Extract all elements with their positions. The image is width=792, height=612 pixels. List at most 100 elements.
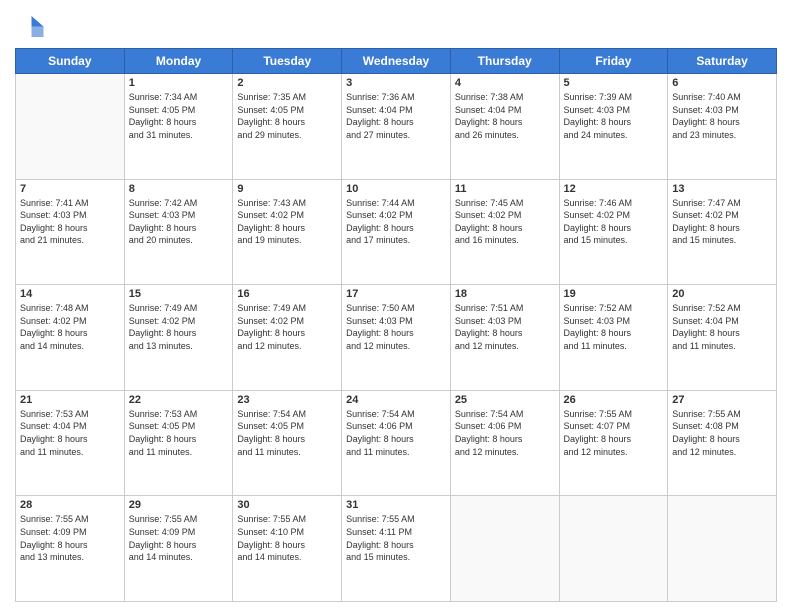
day-number: 24 bbox=[346, 394, 446, 406]
cell-info: Sunrise: 7:54 AMSunset: 4:06 PMDaylight:… bbox=[455, 408, 555, 458]
day-number: 20 bbox=[672, 288, 772, 300]
week-row-1: 7 Sunrise: 7:41 AMSunset: 4:03 PMDaylight… bbox=[16, 179, 777, 285]
week-row-0: 1 Sunrise: 7:34 AMSunset: 4:05 PMDaylight… bbox=[16, 74, 777, 180]
calendar-table: SundayMondayTuesdayWednesdayThursdayFrid… bbox=[15, 48, 777, 602]
cell-info: Sunrise: 7:55 AMSunset: 4:11 PMDaylight:… bbox=[346, 513, 446, 563]
day-header-monday: Monday bbox=[124, 49, 233, 74]
page: SundayMondayTuesdayWednesdayThursdayFrid… bbox=[0, 0, 792, 612]
week-row-4: 28 Sunrise: 7:55 AMSunset: 4:09 PMDayligh… bbox=[16, 496, 777, 602]
cell-info: Sunrise: 7:52 AMSunset: 4:04 PMDaylight:… bbox=[672, 302, 772, 352]
calendar-cell: 18 Sunrise: 7:51 AMSunset: 4:03 PMDayligh… bbox=[450, 285, 559, 391]
calendar-cell: 8Sunrise: 7:42 AMSunset: 4:03 PMDaylight… bbox=[124, 179, 233, 285]
cell-info: Sunrise: 7:35 AMSunset: 4:05 PMDaylight:… bbox=[237, 91, 337, 141]
calendar-cell: 13 Sunrise: 7:47 AMSunset: 4:02 PMDayligh… bbox=[668, 179, 777, 285]
calendar-cell: 15 Sunrise: 7:49 AMSunset: 4:02 PMDayligh… bbox=[124, 285, 233, 391]
day-number: 30 bbox=[237, 499, 337, 511]
logo bbox=[15, 10, 49, 40]
calendar-cell: 25 Sunrise: 7:54 AMSunset: 4:06 PMDayligh… bbox=[450, 390, 559, 496]
calendar-cell: 6 Sunrise: 7:40 AMSunset: 4:03 PMDaylight… bbox=[668, 74, 777, 180]
cell-info: Sunrise: 7:52 AMSunset: 4:03 PMDaylight:… bbox=[564, 302, 664, 352]
day-number: 7 bbox=[20, 183, 120, 195]
cell-info: Sunrise: 7:47 AMSunset: 4:02 PMDaylight:… bbox=[672, 197, 772, 247]
cell-info: Sunrise: 7:55 AMSunset: 4:09 PMDaylight:… bbox=[20, 513, 120, 563]
day-number: 4 bbox=[455, 77, 555, 89]
calendar-cell: 2 Sunrise: 7:35 AMSunset: 4:05 PMDaylight… bbox=[233, 74, 342, 180]
calendar-header-row: SundayMondayTuesdayWednesdayThursdayFrid… bbox=[16, 49, 777, 74]
cell-info: Sunrise: 7:54 AMSunset: 4:05 PMDaylight:… bbox=[237, 408, 337, 458]
cell-info: Sunrise: 7:51 AMSunset: 4:03 PMDaylight:… bbox=[455, 302, 555, 352]
day-number: 1 bbox=[129, 77, 229, 89]
cell-info: Sunrise: 7:43 AMSunset: 4:02 PMDaylight:… bbox=[237, 197, 337, 247]
day-number: 25 bbox=[455, 394, 555, 406]
day-number: 19 bbox=[564, 288, 664, 300]
calendar-cell bbox=[450, 496, 559, 602]
calendar-cell: 5Sunrise: 7:39 AMSunset: 4:03 PMDaylight… bbox=[559, 74, 668, 180]
cell-info: Sunrise: 7:41 AMSunset: 4:03 PMDaylight:… bbox=[20, 197, 120, 247]
day-number: 31 bbox=[346, 499, 446, 511]
day-number: 17 bbox=[346, 288, 446, 300]
day-number: 2 bbox=[237, 77, 337, 89]
cell-info: Sunrise: 7:48 AMSunset: 4:02 PMDaylight:… bbox=[20, 302, 120, 352]
day-header-friday: Friday bbox=[559, 49, 668, 74]
cell-info: Sunrise: 7:36 AMSunset: 4:04 PMDaylight:… bbox=[346, 91, 446, 141]
day-header-wednesday: Wednesday bbox=[342, 49, 451, 74]
day-header-sunday: Sunday bbox=[16, 49, 125, 74]
calendar-cell: 27Sunrise: 7:55 AMSunset: 4:08 PMDayligh… bbox=[668, 390, 777, 496]
calendar-cell bbox=[16, 74, 125, 180]
day-number: 28 bbox=[20, 499, 120, 511]
day-number: 9 bbox=[237, 183, 337, 195]
logo-icon bbox=[15, 10, 45, 40]
day-number: 8 bbox=[129, 183, 229, 195]
day-number: 29 bbox=[129, 499, 229, 511]
day-number: 23 bbox=[237, 394, 337, 406]
calendar-cell: 19 Sunrise: 7:52 AMSunset: 4:03 PMDayligh… bbox=[559, 285, 668, 391]
day-number: 12 bbox=[564, 183, 664, 195]
calendar-cell: 11Sunrise: 7:45 AMSunset: 4:02 PMDayligh… bbox=[450, 179, 559, 285]
cell-info: Sunrise: 7:49 AMSunset: 4:02 PMDaylight:… bbox=[129, 302, 229, 352]
calendar-cell: 22 Sunrise: 7:53 AMSunset: 4:05 PMDayligh… bbox=[124, 390, 233, 496]
calendar-cell: 3 Sunrise: 7:36 AMSunset: 4:04 PMDaylight… bbox=[342, 74, 451, 180]
calendar-cell: 24 Sunrise: 7:54 AMSunset: 4:06 PMDayligh… bbox=[342, 390, 451, 496]
day-header-thursday: Thursday bbox=[450, 49, 559, 74]
cell-info: Sunrise: 7:46 AMSunset: 4:02 PMDaylight:… bbox=[564, 197, 664, 247]
day-number: 10 bbox=[346, 183, 446, 195]
day-number: 13 bbox=[672, 183, 772, 195]
cell-info: Sunrise: 7:34 AMSunset: 4:05 PMDaylight:… bbox=[129, 91, 229, 141]
cell-info: Sunrise: 7:55 AMSunset: 4:09 PMDaylight:… bbox=[129, 513, 229, 563]
cell-info: Sunrise: 7:44 AMSunset: 4:02 PMDaylight:… bbox=[346, 197, 446, 247]
calendar-cell: 12 Sunrise: 7:46 AMSunset: 4:02 PMDayligh… bbox=[559, 179, 668, 285]
header bbox=[15, 10, 777, 40]
calendar-cell: 30 Sunrise: 7:55 AMSunset: 4:10 PMDayligh… bbox=[233, 496, 342, 602]
cell-info: Sunrise: 7:54 AMSunset: 4:06 PMDaylight:… bbox=[346, 408, 446, 458]
calendar-cell: 21Sunrise: 7:53 AMSunset: 4:04 PMDayligh… bbox=[16, 390, 125, 496]
day-number: 3 bbox=[346, 77, 446, 89]
calendar-cell: 4 Sunrise: 7:38 AMSunset: 4:04 PMDaylight… bbox=[450, 74, 559, 180]
day-header-saturday: Saturday bbox=[668, 49, 777, 74]
day-number: 6 bbox=[672, 77, 772, 89]
day-number: 15 bbox=[129, 288, 229, 300]
day-number: 18 bbox=[455, 288, 555, 300]
calendar-cell: 9 Sunrise: 7:43 AMSunset: 4:02 PMDaylight… bbox=[233, 179, 342, 285]
calendar-cell bbox=[668, 496, 777, 602]
cell-info: Sunrise: 7:55 AMSunset: 4:08 PMDaylight:… bbox=[672, 408, 772, 458]
calendar-cell: 23 Sunrise: 7:54 AMSunset: 4:05 PMDayligh… bbox=[233, 390, 342, 496]
calendar-cell: 17 Sunrise: 7:50 AMSunset: 4:03 PMDayligh… bbox=[342, 285, 451, 391]
calendar-cell: 14 Sunrise: 7:48 AMSunset: 4:02 PMDayligh… bbox=[16, 285, 125, 391]
day-number: 11 bbox=[455, 183, 555, 195]
cell-info: Sunrise: 7:55 AMSunset: 4:10 PMDaylight:… bbox=[237, 513, 337, 563]
calendar-cell: 16Sunrise: 7:49 AMSunset: 4:02 PMDayligh… bbox=[233, 285, 342, 391]
calendar-cell: 29 Sunrise: 7:55 AMSunset: 4:09 PMDayligh… bbox=[124, 496, 233, 602]
cell-info: Sunrise: 7:38 AMSunset: 4:04 PMDaylight:… bbox=[455, 91, 555, 141]
cell-info: Sunrise: 7:50 AMSunset: 4:03 PMDaylight:… bbox=[346, 302, 446, 352]
week-row-2: 14 Sunrise: 7:48 AMSunset: 4:02 PMDayligh… bbox=[16, 285, 777, 391]
cell-info: Sunrise: 7:40 AMSunset: 4:03 PMDaylight:… bbox=[672, 91, 772, 141]
calendar-cell: 26Sunrise: 7:55 AMSunset: 4:07 PMDayligh… bbox=[559, 390, 668, 496]
day-number: 14 bbox=[20, 288, 120, 300]
cell-info: Sunrise: 7:49 AMSunset: 4:02 PMDaylight:… bbox=[237, 302, 337, 352]
day-header-tuesday: Tuesday bbox=[233, 49, 342, 74]
cell-info: Sunrise: 7:53 AMSunset: 4:05 PMDaylight:… bbox=[129, 408, 229, 458]
day-number: 22 bbox=[129, 394, 229, 406]
cell-info: Sunrise: 7:53 AMSunset: 4:04 PMDaylight:… bbox=[20, 408, 120, 458]
calendar-cell: 31 Sunrise: 7:55 AMSunset: 4:11 PMDayligh… bbox=[342, 496, 451, 602]
cell-info: Sunrise: 7:55 AMSunset: 4:07 PMDaylight:… bbox=[564, 408, 664, 458]
